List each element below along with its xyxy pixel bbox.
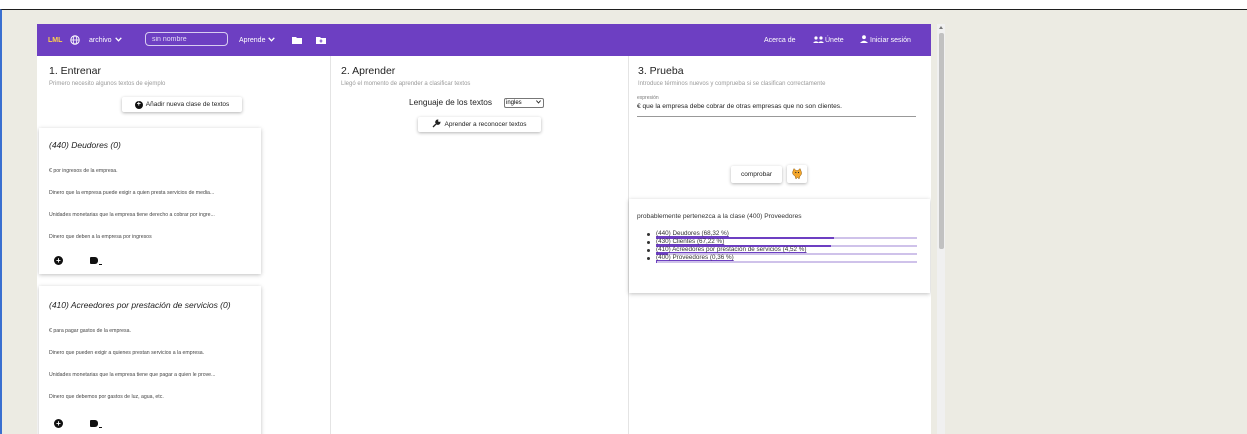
chevron-down-icon: [536, 100, 541, 106]
add-example-icon[interactable]: +: [54, 256, 63, 265]
wrench-icon: [432, 119, 442, 130]
class-card-title: (440) Deudores (0): [49, 140, 121, 150]
learn-button[interactable]: Aprender a reconocer textos: [418, 117, 541, 132]
train-title: 1. Entrenar: [49, 65, 101, 77]
confidence-bar-fill: [656, 261, 657, 263]
label-icon[interactable]: [90, 257, 98, 264]
result-label: (440) Deudores (68,32 %): [656, 230, 729, 237]
login-link[interactable]: Iniciar sesión: [860, 24, 911, 56]
login-label: Iniciar sesión: [870, 36, 911, 44]
learn-subtitle: Llegó el momento de aprender a clasifica…: [341, 81, 471, 87]
train-subtitle: Primero necesito algunos textos de ejemp…: [49, 81, 166, 87]
learn-menu[interactable]: Aprende: [239, 24, 276, 56]
app-bar: LML archivo Aprende Acerca de: [37, 24, 931, 56]
learn-menu-label: Aprende: [239, 36, 266, 44]
label-icon[interactable]: [90, 420, 98, 427]
language-value: ingles: [506, 100, 522, 106]
add-class-button[interactable]: + Añadir nueva clase de textos: [122, 97, 242, 112]
example-text[interactable]: Dinero que debemos por gastos de luz, ag…: [49, 394, 164, 400]
check-button[interactable]: comprobar: [731, 166, 782, 183]
expression-label: expresión: [637, 95, 659, 101]
example-text[interactable]: Dinero que pueden exigir a quienes prest…: [49, 350, 204, 356]
train-panel: 1. Entrenar Primero necesito algunos tex…: [37, 56, 330, 434]
learn-panel: 2. Aprender Llegó el momento de aprender…: [331, 56, 628, 434]
example-text[interactable]: € para pagar gastos de la empresa.: [49, 328, 131, 334]
bullet: [647, 233, 650, 236]
result-label: (410) Acreedores por prestación de servi…: [656, 246, 807, 253]
test-subtitle: Introduce términos nuevos y comprueba si…: [638, 81, 826, 87]
label-icon-dash: [99, 427, 102, 428]
join-link[interactable]: Únete: [813, 24, 844, 56]
result-label: (400) Proveedores (0,36 %): [656, 254, 734, 261]
example-text[interactable]: Dinero que la empresa puede exigir a qui…: [49, 190, 214, 196]
example-text[interactable]: € por ingresos de la empresa.: [49, 168, 118, 174]
app-window: LML archivo Aprende Acerca de: [37, 24, 931, 434]
expression-input[interactable]: € que la empresa debe cobrar de otras em…: [637, 103, 916, 117]
chevron-down-icon: [114, 36, 122, 44]
bullet: [647, 241, 650, 244]
project-name-input[interactable]: [145, 32, 228, 46]
prediction-text: probablemente pertenezca a la clase (400…: [637, 213, 802, 220]
class-card-title: (410) Acreedores por prestación de servi…: [49, 300, 231, 310]
save-icon[interactable]: [316, 24, 326, 56]
chevron-down-icon: [268, 36, 276, 44]
bullet: [647, 257, 650, 260]
person-icon: [860, 35, 868, 45]
label-icon-dash: [99, 264, 102, 265]
folder-icon[interactable]: [292, 24, 302, 56]
learn-title: 2. Aprender: [341, 65, 396, 77]
result-label: (430) Clientes (67,22 %): [656, 238, 725, 245]
add-example-icon[interactable]: +: [54, 419, 63, 428]
learn-button-label: Aprender a reconocer textos: [444, 121, 527, 128]
file-menu[interactable]: archivo: [89, 24, 122, 56]
class-card: (410) Acreedores por prestación de servi…: [39, 286, 261, 434]
plus-circle-icon: +: [134, 100, 143, 109]
scroll-up-arrow-icon[interactable]: [939, 26, 943, 29]
scrollbar-thumb[interactable]: [939, 33, 944, 249]
globe-icon[interactable]: [70, 24, 80, 56]
confidence-bar: [656, 261, 917, 263]
window-top-strip: [0, 0, 1247, 9]
test-panel: 3. Prueba Introduce términos nuevos y co…: [629, 56, 931, 434]
users-icon: [813, 35, 824, 45]
file-menu-label: archivo: [89, 36, 112, 44]
add-class-label: Añadir nueva clase de textos: [145, 101, 230, 108]
app-logo[interactable]: LML: [48, 24, 62, 56]
scratch-cat-icon[interactable]: [787, 165, 807, 183]
example-text[interactable]: Unidades monetarias que la empresa tiene…: [49, 212, 215, 218]
example-text[interactable]: Dinero que deben a la empresa por ingres…: [49, 234, 152, 240]
class-card: (440) Deudores (0) € por ingresos de la …: [39, 128, 261, 274]
about-link[interactable]: Acerca de: [764, 24, 796, 56]
language-select[interactable]: ingles: [504, 98, 544, 108]
example-text[interactable]: Unidades monetarias que la empresa tiene…: [49, 372, 215, 378]
test-title: 3. Prueba: [638, 65, 684, 77]
bullet: [647, 249, 650, 252]
join-label: Únete: [825, 36, 844, 44]
language-label: Lenguaje de los textos: [409, 97, 493, 107]
